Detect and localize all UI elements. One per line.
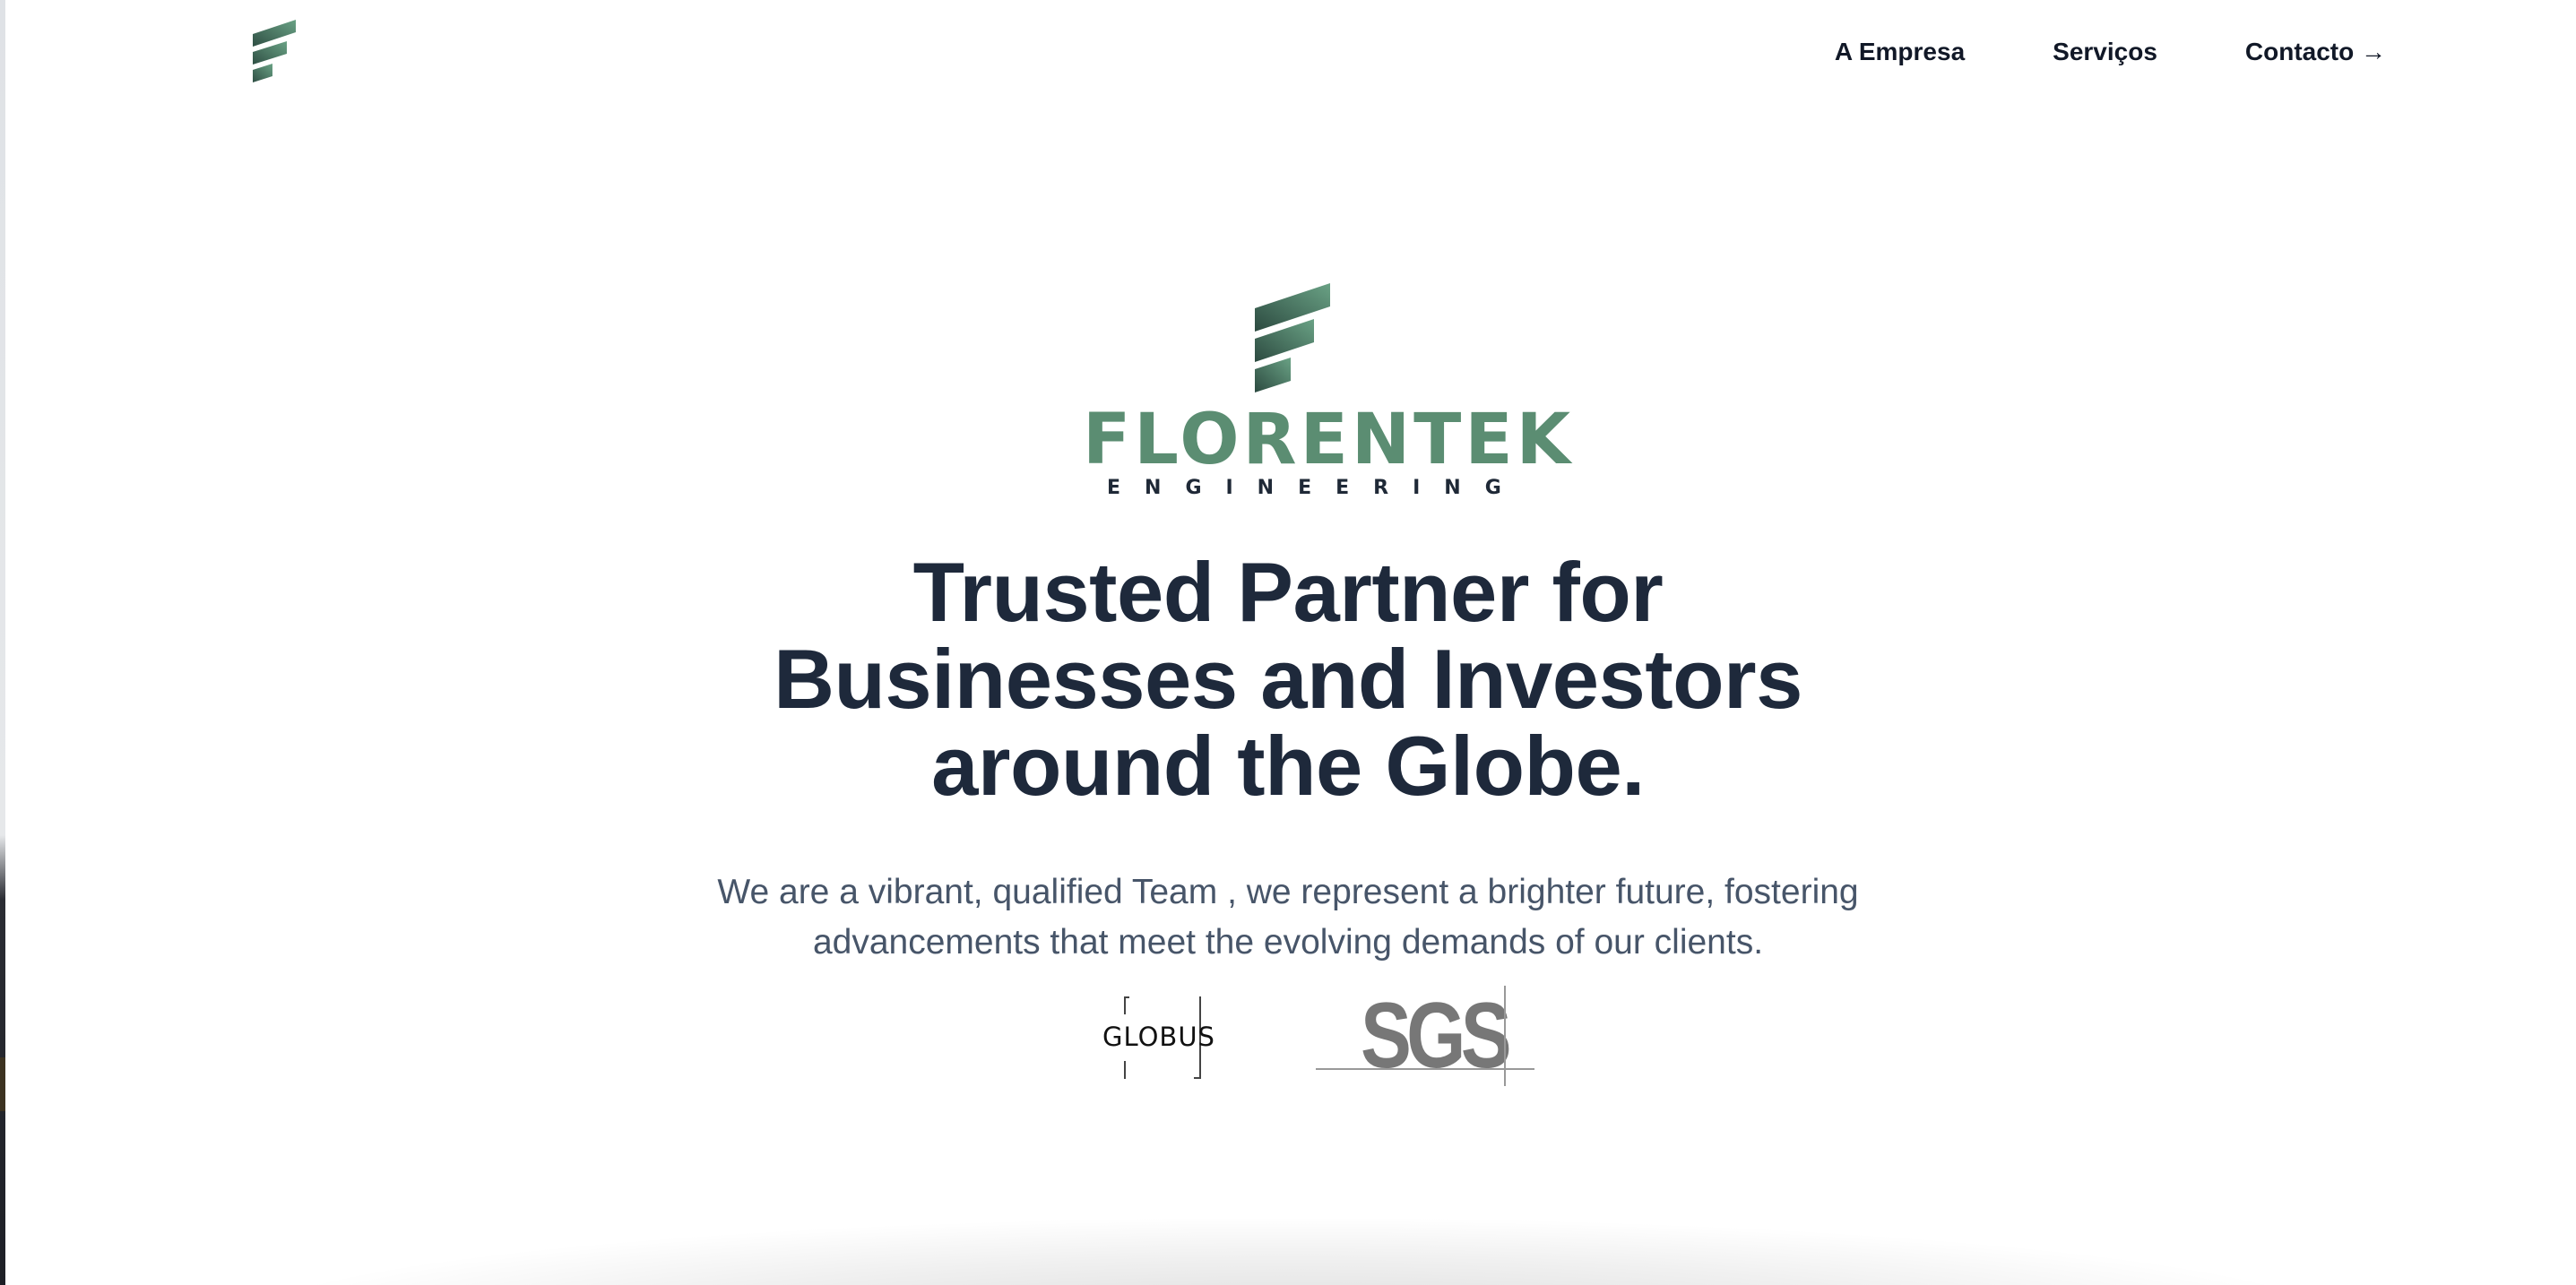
main-nav: A Empresa Serviços Contacto →	[1835, 38, 2386, 66]
headline-line: around the Globe.	[931, 719, 1645, 813]
hero-headline: Trusted Partner for Businesses and Inves…	[661, 548, 1915, 809]
next-section-shadow	[242, 1219, 2339, 1285]
hero-lead: We are a vibrant, qualified Team , we re…	[661, 867, 1915, 968]
lead-line: We are a vibrant, qualified Team , we re…	[717, 873, 1859, 911]
globus-logo: GLOBUS	[1102, 995, 1215, 1081]
nav-contacto[interactable]: Contacto →	[2245, 38, 2386, 66]
nav-servicos[interactable]: Serviços	[2053, 38, 2157, 66]
nav-a-empresa[interactable]: A Empresa	[1835, 38, 1965, 66]
brand-tagline: ENGINEERING	[1107, 477, 1526, 499]
headline-line: Businesses and Investors	[774, 632, 1802, 726]
sgs-rule-horizontal	[1316, 1068, 1534, 1070]
sgs-logo: SGS	[1316, 986, 1534, 1088]
florentek-f-mark-icon[interactable]	[253, 20, 296, 88]
brand-name: FLORENTEK	[1083, 400, 1575, 480]
page: A Empresa Serviços Contacto → FLORENTEK …	[0, 0, 2576, 1285]
window-edge	[0, 0, 5, 1285]
sgs-rule-vertical	[1504, 986, 1506, 1086]
headline-line: Trusted Partner for	[912, 545, 1664, 639]
globus-label: GLOBUS	[1102, 1022, 1215, 1052]
hero-logo-icon	[1255, 283, 1330, 398]
brand-wordmark: FLORENTEK ENGINEERING	[1083, 400, 1575, 500]
lead-line: advancements that meet the evolving dema…	[812, 923, 1764, 962]
